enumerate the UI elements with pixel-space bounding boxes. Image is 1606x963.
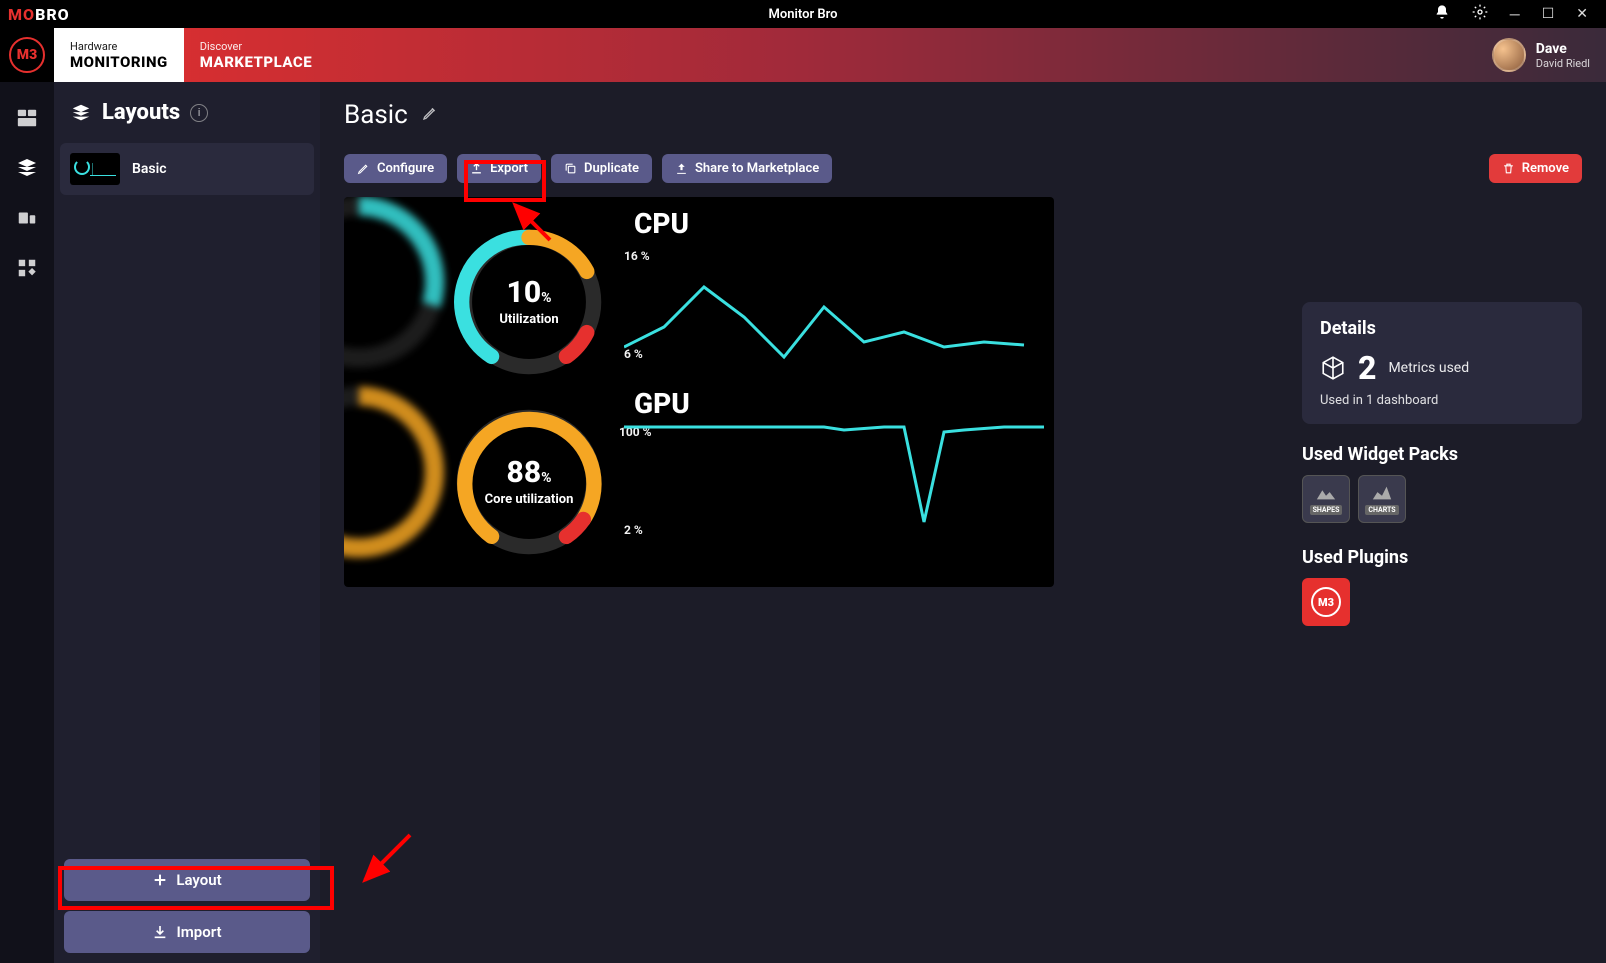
upload-icon — [470, 162, 483, 175]
gpu-gauge: 88% Core utilization — [444, 397, 614, 567]
user-name: Dave — [1536, 41, 1590, 57]
details-card: Details 2 Metrics used Used in 1 dashboa… — [1302, 302, 1582, 424]
layout-title: Basic — [344, 100, 408, 130]
close-icon[interactable]: ✕ — [1576, 6, 1588, 22]
user-fullname: David Riedl — [1536, 57, 1590, 70]
edit-icon[interactable] — [422, 105, 438, 125]
gear-icon[interactable] — [1472, 4, 1488, 24]
used-in-label: Used in 1 dashboard — [1320, 393, 1564, 408]
avatar — [1492, 38, 1526, 72]
gpu-title: GPU — [634, 387, 690, 420]
content-area: Basic Configure Export Duplicate Share t… — [320, 82, 1606, 963]
blur-gauge-gpu — [344, 377, 454, 567]
duplicate-button[interactable]: Duplicate — [551, 154, 652, 183]
minimize-icon[interactable]: ─ — [1510, 6, 1520, 23]
action-bar: Configure Export Duplicate Share to Mark… — [344, 154, 1582, 183]
download-icon — [152, 924, 168, 940]
add-layout-button[interactable]: Layout — [64, 859, 310, 901]
icon-rail — [0, 82, 54, 963]
metrics-count: 2 — [1358, 349, 1376, 387]
tab-monitoring[interactable]: Hardware MONITORING — [54, 28, 184, 82]
plugins-title: Used Plugins — [1302, 547, 1582, 568]
maximize-icon[interactable]: ☐ — [1542, 6, 1555, 22]
title-bar: MOBRO Monitor Bro ─ ☐ ✕ — [0, 0, 1606, 28]
bell-icon[interactable] — [1434, 4, 1450, 24]
cpu-graph — [624, 247, 1044, 367]
gpu-graph — [624, 422, 1044, 542]
configure-button[interactable]: Configure — [344, 154, 447, 183]
layout-preview: CPU 10% Utilization 16 % 6 % GPU — [344, 197, 1054, 587]
layouts-panel: Layouts i Basic Layout Import — [54, 82, 320, 963]
cpu-title: CPU — [634, 207, 689, 240]
pack-charts[interactable]: CHARTS — [1358, 475, 1406, 523]
widget-packs-title: Used Widget Packs — [1302, 444, 1582, 465]
import-button[interactable]: Import — [64, 911, 310, 953]
window-controls: ─ ☐ ✕ — [1434, 4, 1606, 24]
rail-dashboard-icon[interactable] — [13, 104, 41, 132]
remove-button[interactable]: Remove — [1489, 154, 1582, 183]
blur-gauge-cpu — [344, 197, 454, 377]
details-panel: Details 2 Metrics used Used in 1 dashboa… — [1302, 302, 1582, 626]
tab-marketplace[interactable]: Discover MARKETPLACE — [184, 28, 328, 82]
rail-layouts-icon[interactable] — [13, 154, 41, 182]
pencil-icon — [357, 162, 370, 175]
trash-icon — [1502, 162, 1515, 175]
copy-icon — [564, 162, 577, 175]
layout-item-basic[interactable]: Basic — [60, 143, 314, 195]
rail-devices-icon[interactable] — [13, 204, 41, 232]
upload-cloud-icon — [675, 162, 688, 175]
plus-icon — [152, 872, 168, 888]
top-nav: M3 Hardware MONITORING Discover MARKETPL… — [0, 28, 1606, 82]
brand-logo: MOBRO — [8, 5, 70, 24]
window-title: Monitor Bro — [769, 7, 838, 22]
layout-thumbnail — [70, 153, 120, 185]
rail-widgets-icon[interactable] — [13, 254, 41, 282]
user-box[interactable]: Dave David Riedl — [1492, 28, 1606, 82]
layouts-header: Layouts i — [54, 82, 320, 143]
app-logo[interactable]: M3 — [0, 28, 54, 82]
pack-shapes[interactable]: SHAPES — [1302, 475, 1350, 523]
layers-icon — [70, 102, 92, 124]
export-button[interactable]: Export — [457, 154, 541, 183]
share-button[interactable]: Share to Marketplace — [662, 154, 832, 183]
info-icon[interactable]: i — [190, 104, 208, 122]
cpu-gauge: 10% Utilization — [444, 217, 614, 387]
cube-icon — [1320, 355, 1346, 381]
plugin-mobro[interactable]: M3 — [1302, 578, 1350, 626]
